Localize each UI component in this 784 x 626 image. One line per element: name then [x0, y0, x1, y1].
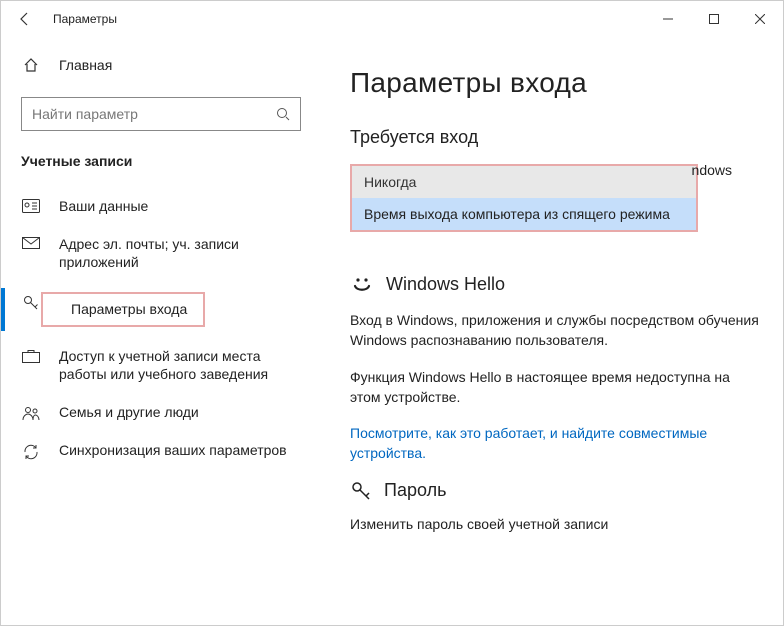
search-box[interactable] [21, 97, 301, 131]
back-button[interactable] [11, 5, 39, 33]
search-icon [266, 107, 300, 121]
key-icon [350, 480, 372, 502]
search-input[interactable] [22, 106, 266, 122]
sidebar-item-label: Синхронизация ваших параметров [59, 441, 287, 459]
section-require-signin: Требуется вход [350, 127, 759, 148]
sidebar-item-label: Семья и другие люди [59, 403, 199, 421]
dropdown-option-never[interactable]: Никогда [352, 166, 696, 198]
sidebar-item-label: Адрес эл. почты; уч. записи приложений [59, 235, 306, 271]
maximize-button[interactable] [691, 3, 737, 35]
dropdown-option-sleep-wake[interactable]: Время выхода компьютера из спящего режим… [352, 198, 696, 230]
sidebar-item-your-info[interactable]: Ваши данные [21, 187, 306, 225]
mail-icon [21, 237, 41, 249]
page-title: Параметры входа [350, 67, 759, 99]
sidebar-item-signin-options[interactable]: Параметры входа [21, 282, 306, 337]
window-controls [645, 3, 783, 35]
window-title: Параметры [53, 12, 117, 26]
password-description: Изменить пароль своей учетной записи [350, 514, 759, 534]
sidebar: Главная Учетные записи Ваши данные [1, 37, 326, 625]
sidebar-item-label: Доступ к учетной записи места работы или… [59, 347, 306, 383]
key-icon [21, 294, 41, 312]
main-panel: Параметры входа Требуется вход ndows Ник… [326, 37, 783, 625]
sidebar-item-email-accounts[interactable]: Адрес эл. почты; уч. записи приложений [21, 225, 306, 281]
sidebar-item-label: Параметры входа [71, 301, 187, 317]
id-card-icon [21, 199, 41, 213]
hello-description: Вход в Windows, приложения и службы поср… [350, 310, 759, 351]
briefcase-icon [21, 349, 41, 363]
sidebar-item-family[interactable]: Семья и другие люди [21, 393, 306, 431]
hello-title: Windows Hello [386, 274, 505, 295]
sidebar-item-label: Ваши данные [59, 197, 148, 215]
close-button[interactable] [737, 3, 783, 35]
home-icon [21, 57, 41, 73]
category-title: Учетные записи [21, 153, 306, 169]
minimize-button[interactable] [645, 3, 691, 35]
hello-learn-link[interactable]: Посмотрите, как это работает, и найдите … [350, 425, 707, 461]
smiley-icon [350, 272, 374, 296]
password-title: Пароль [384, 480, 446, 501]
home-nav[interactable]: Главная [21, 47, 306, 83]
hello-unavailable: Функция Windows Hello в настоящее время … [350, 367, 759, 408]
sidebar-item-sync[interactable]: Синхронизация ваших параметров [21, 431, 306, 471]
sync-icon [21, 443, 41, 461]
background-text-fragment: ndows [692, 162, 732, 178]
sidebar-item-work-access[interactable]: Доступ к учетной записи места работы или… [21, 337, 306, 393]
people-icon [21, 405, 41, 421]
titlebar: Параметры [1, 1, 783, 37]
home-label: Главная [59, 57, 112, 73]
require-signin-dropdown[interactable]: ndows Никогда Время выхода компьютера из… [350, 164, 698, 232]
